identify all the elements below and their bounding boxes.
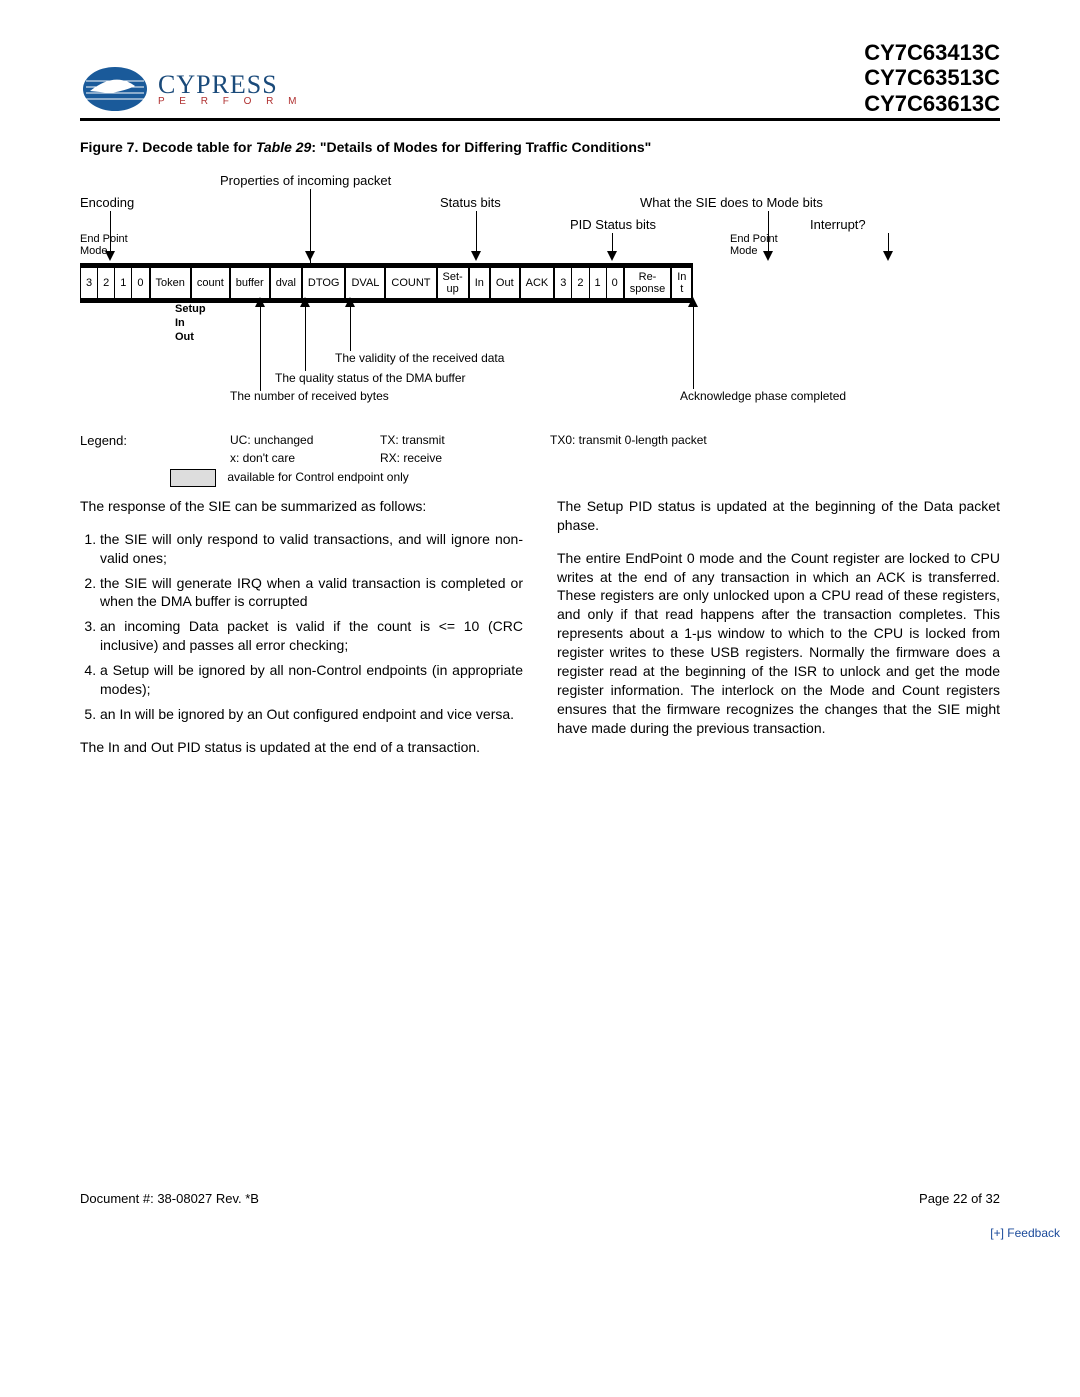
- right-column: The Setup PID status is updated at the b…: [557, 483, 1000, 771]
- figure-caption: Figure 7. Decode table for Table 29: "De…: [80, 139, 1000, 155]
- intro-text: The response of the SIE can be summarize…: [80, 497, 523, 516]
- note-ack: Acknowledge phase completed: [680, 389, 846, 403]
- token-in: In: [175, 317, 185, 329]
- list-item: an incoming Data packet is valid if the …: [100, 617, 523, 655]
- legend-box-text: available for Control endpoint only: [227, 470, 408, 484]
- page-header: CYPRESS P E R F O R M CY7C63413C CY7C635…: [80, 40, 1000, 121]
- note-quality: The quality status of the DMA buffer: [275, 371, 466, 385]
- left-para: The In and Out PID status is updated at …: [80, 738, 523, 757]
- doc-number: Document #: 38-08027 Rev. *B: [80, 1191, 259, 1206]
- label-ep-mode-left: End Point Mode: [80, 233, 128, 257]
- cypress-logo-icon: [80, 61, 150, 116]
- label-properties: Properties of incoming packet: [220, 173, 391, 188]
- left-column: The response of the SIE can be summarize…: [80, 483, 523, 771]
- legend-tx0: TX0: transmit 0-length packet: [550, 433, 707, 447]
- label-encoding: Encoding: [80, 195, 134, 210]
- list-item: an In will be ignored by an Out configur…: [100, 705, 523, 724]
- part-1: CY7C63413C: [864, 40, 1000, 65]
- list-item: the SIE will only respond to valid trans…: [100, 530, 523, 568]
- logo: CYPRESS P E R F O R M: [80, 61, 303, 116]
- label-interrupt: Interrupt?: [810, 217, 866, 232]
- bit-row-table: 3 2 1 0 Token count buffer dval DTOG DVA…: [80, 263, 693, 303]
- part-3: CY7C63613C: [864, 91, 1000, 116]
- label-sie-action: What the SIE does to Mode bits: [640, 195, 823, 210]
- label-ep-mode-right: End Point Mode: [730, 233, 778, 257]
- feedback-link[interactable]: [+] Feedback: [80, 1226, 1060, 1240]
- note-validity: The validity of the received data: [335, 351, 504, 365]
- note-count: The number of received bytes: [230, 389, 389, 403]
- legend-x: x: don't care: [230, 451, 295, 465]
- legend-shaded-box: [170, 469, 216, 487]
- legend-rx: RX: receive: [380, 451, 442, 465]
- label-pid-status: PID Status bits: [570, 217, 656, 232]
- sie-list: the SIE will only respond to valid trans…: [80, 530, 523, 724]
- list-item: the SIE will generate IRQ when a valid t…: [100, 574, 523, 612]
- legend-tx: TX: transmit: [380, 433, 445, 447]
- page-footer: Document #: 38-08027 Rev. *B Page 22 of …: [80, 1191, 1000, 1206]
- list-item: a Setup will be ignored by all non-Contr…: [100, 661, 523, 699]
- token-setup: Setup: [175, 303, 206, 315]
- legend-title: Legend:: [80, 433, 127, 448]
- part-2: CY7C63513C: [864, 65, 1000, 90]
- page-number: Page 22 of 32: [919, 1191, 1000, 1206]
- right-para-1: The Setup PID status is updated at the b…: [557, 497, 1000, 535]
- body-columns: The response of the SIE can be summarize…: [80, 483, 1000, 771]
- label-status-bits: Status bits: [440, 195, 501, 210]
- right-para-2: The entire EndPoint 0 mode and the Count…: [557, 549, 1000, 738]
- part-numbers: CY7C63413C CY7C63513C CY7C63613C: [864, 40, 1000, 116]
- legend-uc: UC: unchanged: [230, 433, 313, 447]
- logo-tagline: P E R F O R M: [158, 96, 303, 107]
- decode-diagram: Properties of incoming packet Encoding S…: [80, 173, 1000, 483]
- token-out: Out: [175, 331, 194, 343]
